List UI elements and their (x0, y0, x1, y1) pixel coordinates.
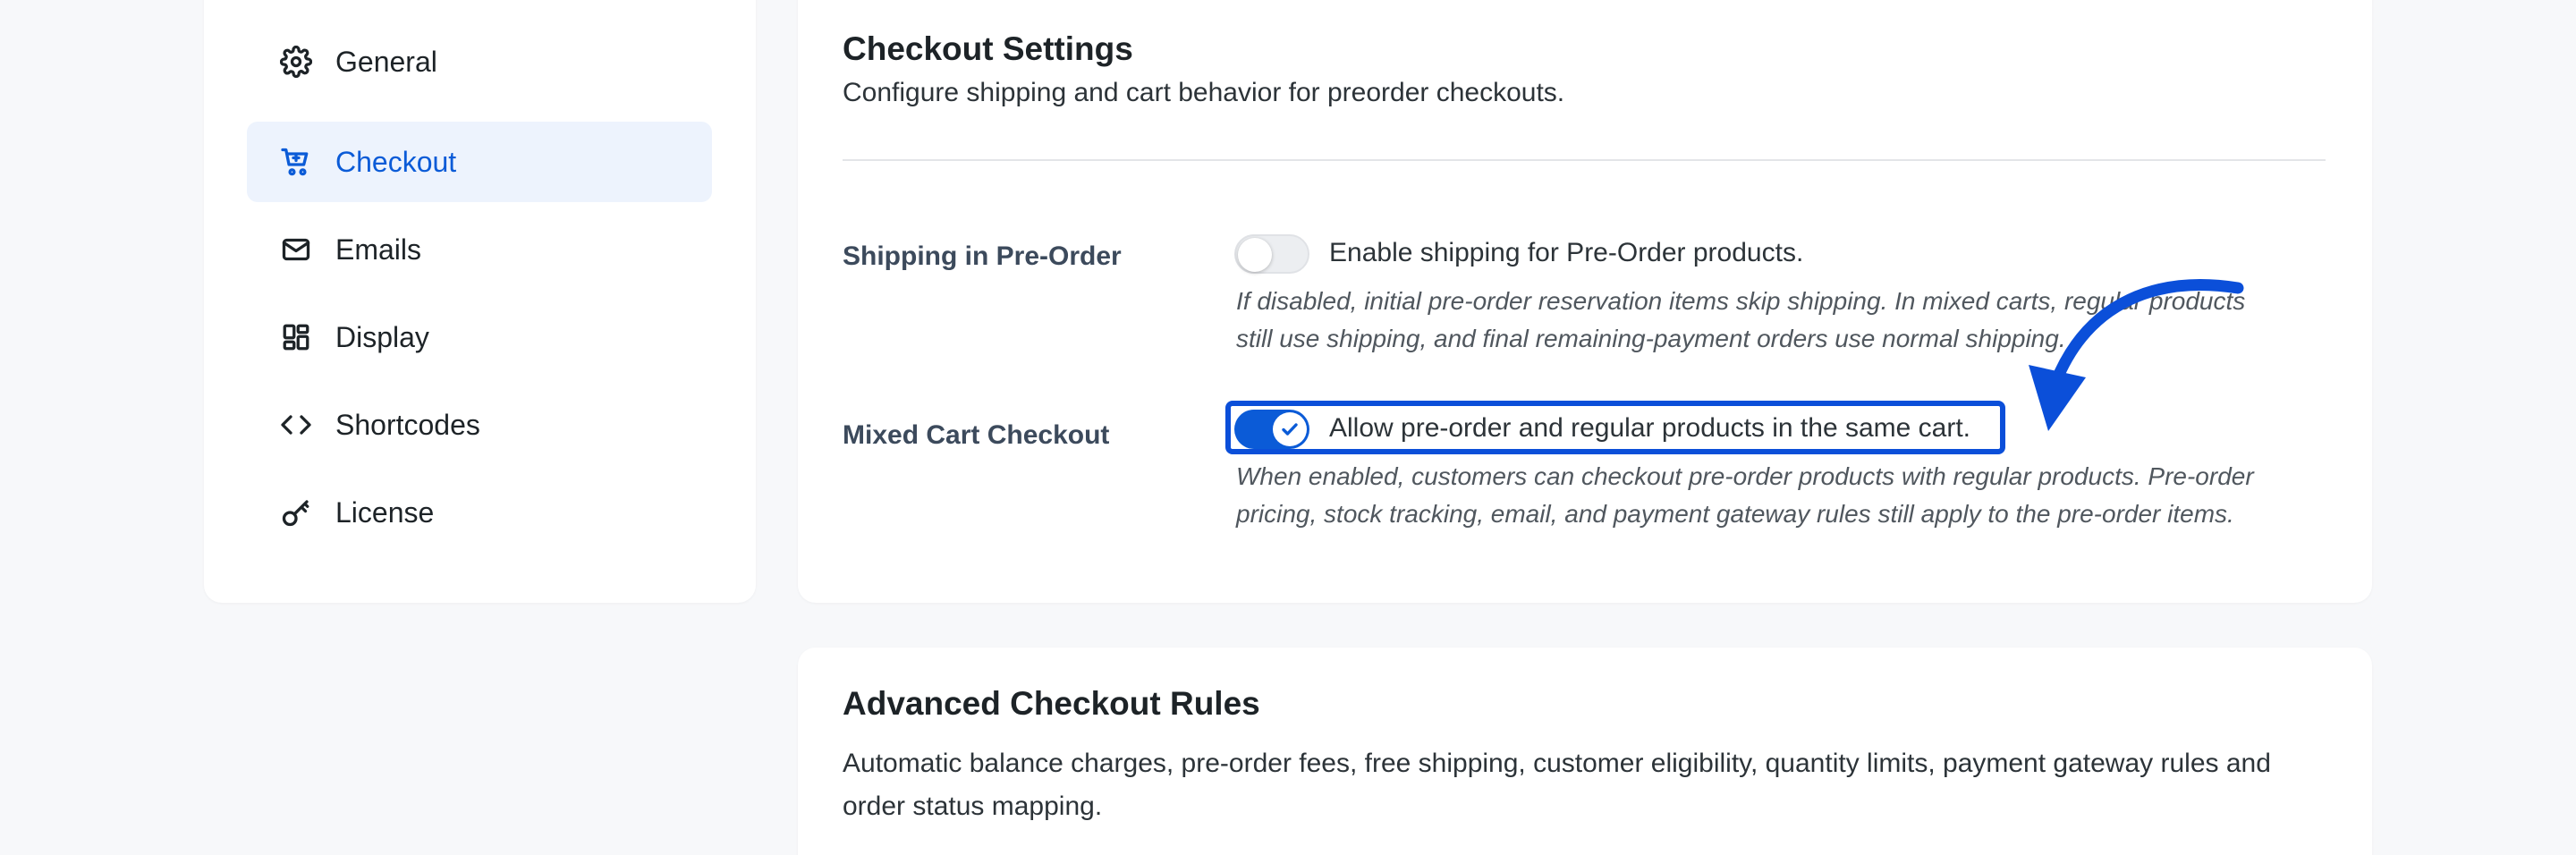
key-icon (278, 495, 314, 530)
mixed-cart-setting-label: Mixed Cart Checkout (843, 420, 1110, 450)
sidebar-item-label: License (335, 495, 435, 529)
sidebar-item-emails[interactable]: Emails (247, 209, 712, 290)
shipping-help-text: If disabled, initial pre-order reservati… (1236, 283, 2327, 358)
settings-sidebar: General Checkout Emails Display Shortcod (204, 0, 756, 603)
help-line: When enabled, customers can checkout pre… (1236, 462, 2254, 490)
description-line: Automatic balance charges, pre-order fee… (843, 749, 2271, 778)
gear-icon (278, 44, 314, 80)
sidebar-item-general[interactable]: General (247, 21, 712, 102)
sidebar-item-license[interactable]: License (247, 472, 712, 553)
sidebar-item-label: Checkout (335, 145, 457, 178)
sidebar-item-label: General (335, 45, 437, 78)
dashboard-icon (278, 319, 314, 355)
sidebar-item-display[interactable]: Display (247, 297, 712, 377)
help-line: pricing, stock tracking, email, and paym… (1236, 500, 2234, 528)
help-line: If disabled, initial pre-order reservati… (1236, 287, 2246, 315)
section-description: Automatic balance charges, pre-order fee… (843, 742, 2271, 828)
section-description: Configure shipping and cart behavior for… (843, 78, 1565, 107)
sidebar-item-checkout[interactable]: Checkout (247, 122, 712, 202)
mixed-cart-toggle[interactable] (1234, 410, 1309, 449)
section-title: Advanced Checkout Rules (843, 685, 1260, 722)
cart-icon (278, 144, 314, 180)
help-line: still use shipping, and final remaining-… (1236, 325, 2066, 352)
sidebar-item-label: Emails (335, 233, 422, 266)
mail-icon (278, 232, 314, 267)
sidebar-item-label: Shortcodes (335, 408, 480, 441)
sidebar-item-label: Display (335, 320, 429, 353)
shipping-toggle-label[interactable]: Enable shipping for Pre-Order products. (1329, 238, 1803, 268)
description-line: order status mapping. (843, 792, 1103, 821)
advanced-checkout-rules-card: Advanced Checkout Rules Automatic balanc… (798, 648, 2372, 855)
divider (843, 159, 2326, 161)
sidebar-item-shortcodes[interactable]: Shortcodes (247, 385, 712, 465)
shipping-setting-label: Shipping in Pre-Order (843, 241, 1122, 271)
code-icon (278, 407, 314, 443)
toggle-knob (1238, 238, 1272, 272)
mixed-cart-toggle-label[interactable]: Allow pre-order and regular products in … (1329, 413, 1970, 444)
check-icon (1282, 423, 1298, 436)
toggle-knob (1273, 412, 1307, 446)
section-title: Checkout Settings (843, 30, 1133, 67)
page: General Checkout Emails Display Shortcod (0, 0, 2576, 855)
shipping-toggle[interactable] (1234, 234, 1309, 274)
mixed-cart-help-text: When enabled, customers can checkout pre… (1236, 458, 2327, 533)
